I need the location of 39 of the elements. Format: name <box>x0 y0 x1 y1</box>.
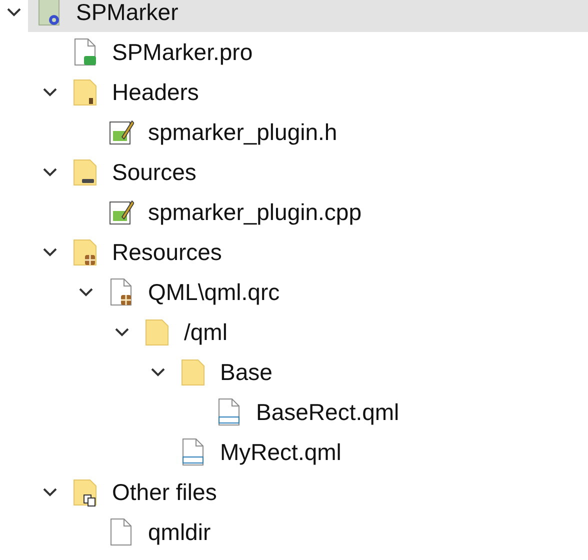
qml-file-icon <box>216 397 242 427</box>
tree-item[interactable]: /qml <box>0 312 588 352</box>
item-label: QML\qml.qrc <box>148 278 280 306</box>
file-icon <box>108 517 134 547</box>
folder-icon <box>72 77 98 107</box>
tree-item[interactable]: Base <box>0 352 588 392</box>
qml-file-icon <box>180 437 206 467</box>
folder-icon <box>72 237 98 267</box>
item-label: Headers <box>112 78 199 106</box>
tree-item[interactable]: Resources <box>0 232 588 272</box>
tree-item[interactable]: Sources <box>0 152 588 192</box>
project-file-icon <box>72 37 98 67</box>
item-label: Other files <box>112 478 217 506</box>
item-label: BaseRect.qml <box>256 398 400 426</box>
folder-icon <box>180 357 206 387</box>
item-label: SPMarker.pro <box>112 38 253 66</box>
resource-file-icon <box>108 277 134 307</box>
item-label: Sources <box>112 158 196 186</box>
tree-item[interactable]: SPMarker.pro <box>0 32 588 72</box>
tree-item[interactable]: qmldir <box>0 512 588 552</box>
tree-item[interactable]: QML\qml.qrc <box>0 272 588 312</box>
item-label: /qml <box>184 318 228 346</box>
item-label: Base <box>220 358 272 386</box>
folder-icon <box>72 157 98 187</box>
item-label: SPMarker <box>76 0 178 26</box>
item-label: MyRect.qml <box>220 438 342 466</box>
item-label: spmarker_plugin.cpp <box>148 198 362 226</box>
tree-item[interactable]: Other files <box>0 472 588 512</box>
tree-item[interactable]: spmarker_plugin.cpp <box>0 192 588 232</box>
item-label: qmldir <box>148 518 211 546</box>
item-label: spmarker_plugin.h <box>148 118 338 146</box>
folder-icon <box>72 477 98 507</box>
tree-item[interactable]: Headers <box>0 72 588 112</box>
tree-item[interactable]: BaseRect.qml <box>0 392 588 432</box>
tree-item[interactable]: spmarker_plugin.h <box>0 112 588 152</box>
tree-item[interactable]: MyRect.qml <box>0 432 588 472</box>
folder-icon <box>144 317 170 347</box>
item-label: Resources <box>112 238 222 266</box>
project-icon <box>36 0 62 27</box>
